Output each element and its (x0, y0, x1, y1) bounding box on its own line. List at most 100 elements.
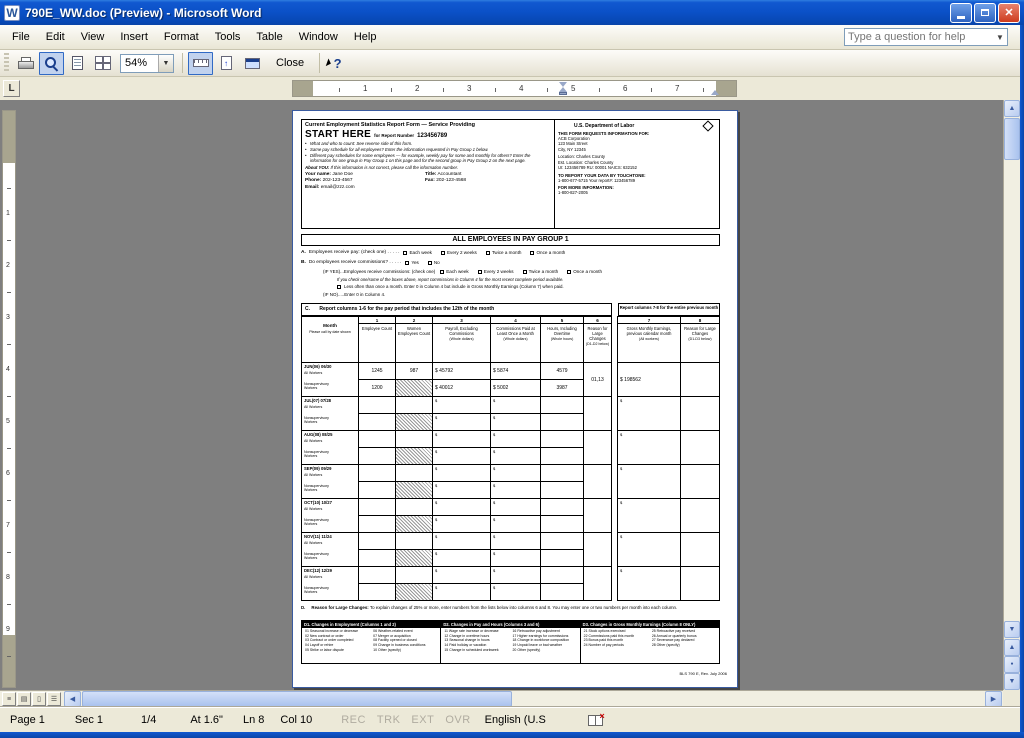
print-button[interactable] (13, 52, 38, 75)
data-cell[interactable] (541, 499, 584, 516)
data-cell[interactable] (541, 431, 584, 448)
data-cell[interactable] (584, 465, 612, 499)
menu-edit[interactable]: Edit (38, 28, 73, 46)
commission-frequency-checkbox[interactable] (478, 270, 482, 274)
pay-frequency-checkbox[interactable] (403, 251, 407, 255)
data-cell[interactable]: $ (433, 448, 491, 465)
scroll-down-button[interactable]: ▼ (1004, 621, 1020, 638)
data-cell[interactable] (541, 397, 584, 414)
scroll-left-button[interactable]: ◀ (64, 691, 81, 707)
data-cell[interactable] (541, 516, 584, 533)
select-browse-object-button[interactable]: ● (1004, 656, 1020, 673)
menu-format[interactable]: Format (156, 28, 207, 46)
data-cell[interactable] (359, 499, 396, 516)
scroll-up-button[interactable]: ▲ (1004, 100, 1020, 117)
multiple-pages-button[interactable] (91, 52, 116, 75)
data-cell[interactable]: $ (433, 431, 491, 448)
data-cell[interactable] (681, 363, 720, 397)
data-cell[interactable]: $ (618, 567, 681, 601)
data-cell[interactable]: $ (618, 533, 681, 567)
tab-selector[interactable]: L (3, 80, 20, 97)
vertical-scrollbar[interactable]: ▲ ▼ ▲ ● ▼ (1003, 100, 1020, 690)
commission-frequency-checkbox[interactable] (440, 270, 444, 274)
vertical-ruler[interactable]: 123456789 (2, 100, 17, 690)
right-indent-marker[interactable] (711, 90, 719, 95)
data-cell[interactable] (396, 431, 433, 448)
data-cell[interactable]: $ 198562 (618, 363, 681, 397)
data-cell[interactable] (541, 482, 584, 499)
data-cell[interactable] (359, 584, 396, 601)
data-cell[interactable]: $ (433, 516, 491, 533)
data-cell[interactable]: $ (491, 465, 541, 482)
data-cell[interactable]: $ (491, 567, 541, 584)
menu-tools[interactable]: Tools (207, 28, 249, 46)
data-cell[interactable] (359, 397, 396, 414)
help-button[interactable]: ? (325, 52, 350, 75)
data-cell[interactable]: $ (618, 431, 681, 465)
data-cell[interactable] (541, 414, 584, 431)
data-cell[interactable]: $ (491, 516, 541, 533)
menu-window[interactable]: Window (291, 28, 346, 46)
close-window-button[interactable]: ✕ (998, 3, 1020, 23)
data-cell[interactable] (359, 414, 396, 431)
data-cell[interactable] (359, 533, 396, 550)
data-cell[interactable] (359, 516, 396, 533)
data-cell[interactable]: $ (491, 499, 541, 516)
data-cell[interactable]: $ (491, 482, 541, 499)
data-cell[interactable] (584, 431, 612, 465)
data-cell[interactable] (541, 533, 584, 550)
web-layout-view-button[interactable]: ▤ (17, 692, 31, 706)
outline-view-button[interactable]: ☰ (47, 692, 61, 706)
data-cell[interactable]: $ (433, 584, 491, 601)
data-cell[interactable] (359, 567, 396, 584)
close-preview-button[interactable]: Close (266, 52, 314, 74)
data-cell[interactable]: 4579 (541, 363, 584, 380)
scroll-right-button[interactable]: ▶ (985, 691, 1002, 707)
previous-page-button[interactable]: ▲ (1004, 639, 1020, 656)
data-cell[interactable]: $ (491, 533, 541, 550)
data-cell[interactable] (681, 465, 720, 499)
data-cell[interactable]: $ (433, 465, 491, 482)
data-cell[interactable] (584, 499, 612, 533)
document-page[interactable]: Current Employment Statistics Report For… (292, 110, 738, 688)
data-cell[interactable]: $ (433, 550, 491, 567)
zoom-dropdown-arrow[interactable]: ▼ (158, 55, 173, 72)
menu-insert[interactable]: Insert (112, 28, 156, 46)
phone-value[interactable]: 202-123-4567 (323, 178, 353, 183)
name-value[interactable]: Jane Doe (332, 172, 353, 177)
data-cell[interactable] (359, 550, 396, 567)
data-cell[interactable] (359, 465, 396, 482)
restore-button[interactable] (974, 3, 996, 23)
next-page-button[interactable]: ▼ (1004, 673, 1020, 690)
print-layout-view-button[interactable]: ▯ (32, 692, 46, 706)
data-cell[interactable]: $ (433, 499, 491, 516)
toolbar-grip[interactable] (4, 53, 9, 73)
shrink-to-fit-button[interactable] (214, 52, 239, 75)
data-cell[interactable]: $ (491, 414, 541, 431)
menu-view[interactable]: View (73, 28, 113, 46)
menu-help[interactable]: Help (346, 28, 385, 46)
data-cell[interactable] (396, 397, 433, 414)
full-screen-button[interactable] (240, 52, 265, 75)
data-cell[interactable] (681, 431, 720, 465)
zoom-select[interactable]: 54% ▼ (120, 54, 174, 73)
data-cell[interactable] (681, 499, 720, 533)
data-cell[interactable] (584, 533, 612, 567)
pay-frequency-checkbox[interactable] (441, 251, 445, 255)
vertical-scroll-thumb[interactable] (1004, 118, 1020, 160)
data-cell[interactable] (541, 584, 584, 601)
data-cell[interactable]: $ (618, 499, 681, 533)
horizontal-ruler[interactable]: 1234567 (292, 80, 737, 97)
data-cell[interactable] (541, 567, 584, 584)
data-cell[interactable]: 01,13 (584, 363, 612, 397)
data-cell[interactable]: $ (491, 431, 541, 448)
data-cell[interactable] (359, 431, 396, 448)
data-cell[interactable]: $ (618, 465, 681, 499)
left-indent-marker[interactable] (559, 92, 567, 95)
data-cell[interactable] (681, 567, 720, 601)
commission-frequency-checkbox[interactable] (523, 270, 527, 274)
data-cell[interactable]: $ (433, 533, 491, 550)
commission-frequency-checkbox[interactable] (567, 270, 571, 274)
data-cell[interactable]: $ 40012 (433, 380, 491, 397)
data-cell[interactable]: $ (618, 397, 681, 431)
